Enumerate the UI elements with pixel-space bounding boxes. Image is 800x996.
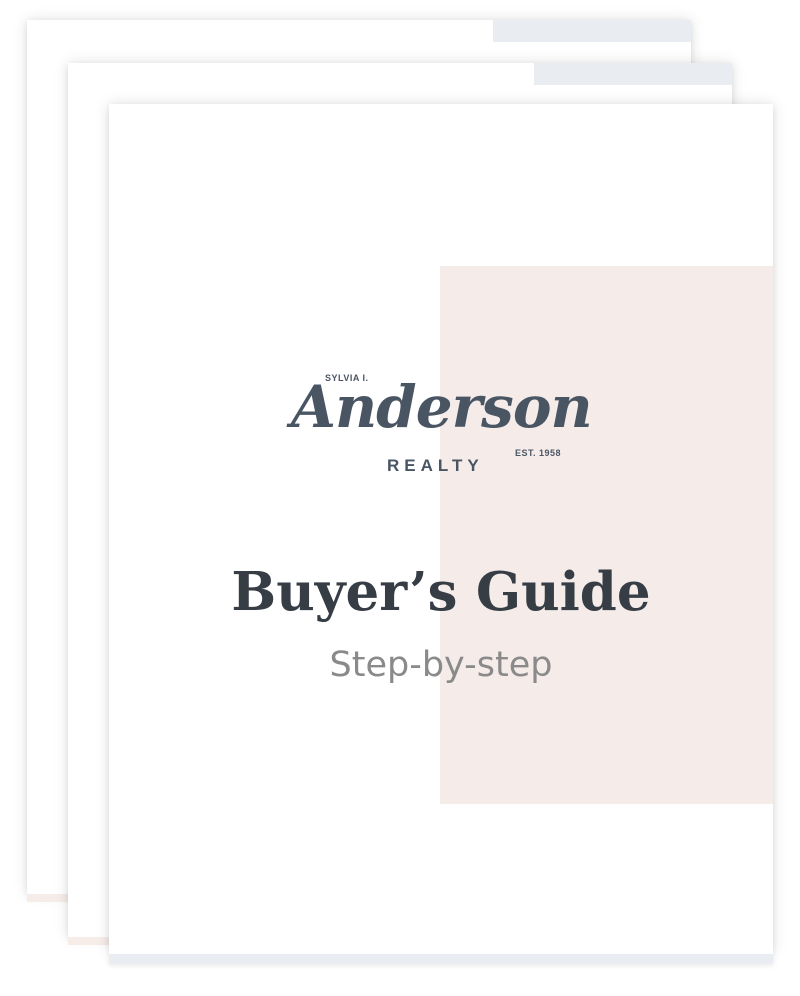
back-page-top-strip (493, 20, 691, 42)
cover-page: SYLVIA I. Anderson REALTY EST. 1958 Buye… (109, 104, 773, 954)
logo-realty: REALTY (387, 456, 484, 475)
guide-title: Buyer’s Guide (231, 561, 651, 623)
guide-subtitle: Step-by-step (329, 645, 553, 685)
document-preview: SYLVIA I. Anderson REALTY EST. 1958 Buye… (0, 0, 800, 996)
accent-panel (440, 266, 773, 804)
cover-page-bottom-strip (109, 954, 773, 964)
logo-name: Anderson (291, 373, 593, 441)
anderson-realty-logo: SYLVIA I. Anderson REALTY EST. 1958 (291, 372, 593, 482)
middle-page-top-strip (534, 63, 732, 85)
logo-established: EST. 1958 (515, 448, 562, 458)
